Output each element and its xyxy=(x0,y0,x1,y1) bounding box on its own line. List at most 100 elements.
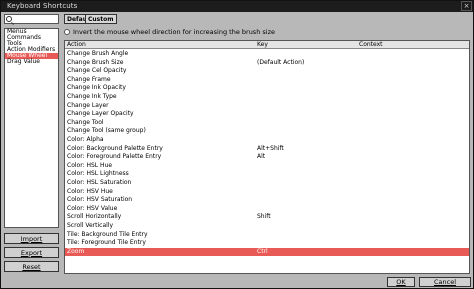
table-row[interactable]: Scroll Vertically xyxy=(65,222,469,230)
export-button[interactable]: Export xyxy=(4,247,59,258)
header-key[interactable]: Key xyxy=(257,41,357,49)
table-row[interactable]: Color: HSL Saturation xyxy=(65,179,469,187)
context-cell xyxy=(359,170,469,178)
table-row[interactable]: Color: Alpha xyxy=(65,136,469,144)
key-cell xyxy=(257,136,357,144)
search-icon xyxy=(6,16,12,22)
table-row[interactable]: Color: HSV Hue xyxy=(65,188,469,196)
context-cell xyxy=(359,93,469,101)
table-row[interactable]: Tile: Background Tile Entry xyxy=(65,231,469,239)
context-cell xyxy=(359,213,469,221)
header-action[interactable]: Action xyxy=(67,41,255,49)
action-cell: Color: HSL Hue xyxy=(67,161,113,169)
table-row[interactable]: Change Tool xyxy=(65,119,469,127)
key-cell xyxy=(257,231,357,239)
cancel-label: Cancel xyxy=(433,278,457,286)
key-cell xyxy=(257,179,357,187)
action-cell: Change Ink Type xyxy=(67,93,117,100)
export-label: Export xyxy=(20,248,43,257)
context-cell xyxy=(359,127,469,135)
context-cell xyxy=(359,76,469,84)
action-cell: Zoom xyxy=(67,247,85,255)
table-row[interactable]: Zoom Ctrl xyxy=(65,247,469,256)
table-row[interactable]: Scroll Horizontally Shift xyxy=(65,213,469,221)
key-cell xyxy=(257,93,357,101)
key-cell: Alt+Shift xyxy=(257,144,284,152)
search-input[interactable] xyxy=(4,14,59,24)
category-item[interactable]: Drag Value xyxy=(5,59,58,65)
action-cell: Scroll Horizontally xyxy=(67,213,122,221)
ok-button[interactable]: OK xyxy=(387,277,415,287)
invert-wheel-checkbox[interactable] xyxy=(64,28,70,35)
action-cell: Change Tool (same group) xyxy=(67,127,146,135)
table-row[interactable]: Color: Foreground Palette Entry Alt xyxy=(65,153,469,161)
action-cell: Change Brush Angle xyxy=(67,50,129,57)
context-cell xyxy=(359,162,469,170)
import-label: Import xyxy=(20,234,43,243)
key-cell xyxy=(257,67,357,75)
close-button[interactable]: × xyxy=(461,1,472,11)
key-cell: Alt xyxy=(257,153,266,161)
import-button[interactable]: Import xyxy=(4,233,59,244)
action-cell: Change Ink Opacity xyxy=(67,84,126,92)
action-cell: Color: Background Palette Entry xyxy=(67,144,163,152)
custom-preset-button[interactable]: Custom xyxy=(85,14,117,24)
invert-wheel-option[interactable]: Invert the mouse wheel direction for inc… xyxy=(64,27,275,36)
key-cell xyxy=(257,50,357,58)
context-cell xyxy=(359,179,469,187)
action-cell: Change Layer xyxy=(67,101,109,109)
key-cell: (Default Action) xyxy=(257,58,305,66)
context-cell xyxy=(359,119,469,127)
table-row[interactable]: Color: HSL Hue xyxy=(65,162,469,170)
context-cell xyxy=(359,196,469,204)
table-row[interactable]: Change Layer xyxy=(65,102,469,110)
key-cell xyxy=(257,205,357,213)
table-row[interactable]: Change Ink Type xyxy=(65,93,469,101)
key-cell xyxy=(257,162,357,170)
key-cell xyxy=(257,76,357,84)
table-row[interactable]: Change Tool (same group) xyxy=(65,127,469,135)
category-list: Menus Commands Tools Action Modifiers Mouse … xyxy=(4,28,59,228)
table-row[interactable]: Color: HSV Value xyxy=(65,205,469,213)
key-cell xyxy=(257,188,357,196)
table-header: Action Key Context xyxy=(65,41,469,49)
table-row[interactable]: Change Brush Size (Default Action) xyxy=(65,59,469,67)
key-cell: Ctrl xyxy=(257,247,268,255)
key-cell xyxy=(257,170,357,178)
key-cell xyxy=(257,84,357,92)
context-cell xyxy=(359,205,469,213)
key-cell xyxy=(257,102,357,110)
action-cell: Color: HSV Saturation xyxy=(67,196,133,204)
table-row[interactable]: Color: Background Palette Entry Alt+Shift xyxy=(65,145,469,153)
table-row[interactable]: Color: HSL Lightness xyxy=(65,170,469,178)
table-row[interactable]: Change Layer Opacity xyxy=(65,110,469,118)
table-row[interactable]: Change Brush Angle xyxy=(65,50,469,58)
action-cell: Change Frame xyxy=(67,75,111,83)
context-cell xyxy=(359,102,469,110)
action-cell: Color: Foreground Palette Entry xyxy=(67,153,162,161)
table-row[interactable]: Change Cel Opacity xyxy=(65,67,469,75)
context-cell xyxy=(359,50,469,58)
context-cell xyxy=(359,153,469,161)
window-title: Keyboard Shortcuts xyxy=(7,2,78,10)
action-cell: Color: HSL Lightness xyxy=(67,170,129,178)
action-cell: Change Brush Size xyxy=(67,58,124,66)
context-cell xyxy=(359,145,469,153)
reset-button[interactable]: Reset xyxy=(4,261,59,272)
invert-wheel-label: Invert the mouse wheel direction for inc… xyxy=(73,27,275,36)
title-bar[interactable]: Keyboard Shortcuts × xyxy=(1,1,473,12)
key-cell: Shift xyxy=(257,213,271,221)
key-cell xyxy=(257,222,357,230)
cancel-button[interactable]: Cancel xyxy=(419,277,471,287)
table-row[interactable]: Tile: Foreground Tile Entry xyxy=(65,239,469,247)
table-row[interactable]: Change Ink Opacity xyxy=(65,84,469,92)
table-row[interactable]: Color: HSV Saturation xyxy=(65,196,469,204)
key-cell xyxy=(257,127,357,135)
header-context[interactable]: Context xyxy=(359,41,469,49)
context-cell xyxy=(359,239,469,247)
reset-label: Reset xyxy=(22,262,41,271)
table-row[interactable]: Change Frame xyxy=(65,76,469,84)
context-cell xyxy=(359,188,469,196)
key-cell xyxy=(257,239,357,247)
action-cell: Color: HSV Hue xyxy=(67,187,113,195)
